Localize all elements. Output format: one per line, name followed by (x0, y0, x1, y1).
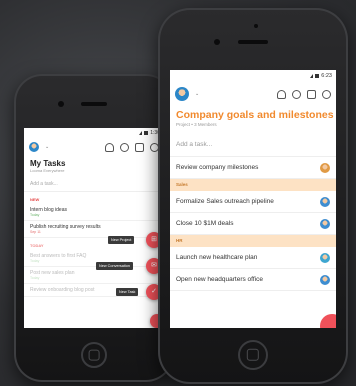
task-title: Close 10 $1M deals (176, 220, 234, 227)
task-due: Today (30, 259, 40, 263)
task-item[interactable]: Review onboarding blog post (24, 284, 164, 297)
chevron-down-icon[interactable]: ⌄ (195, 91, 199, 97)
task-row[interactable]: Launch new healthcare plan (170, 247, 336, 269)
avatar[interactable] (175, 87, 189, 101)
search-icon[interactable] (120, 142, 129, 152)
sensor-dot (254, 24, 258, 28)
assignee-avatar[interactable] (320, 196, 330, 207)
battery-icon (315, 73, 320, 78)
chevron-down-icon[interactable]: ⌄ (45, 144, 49, 150)
checklist-icon[interactable] (135, 142, 144, 152)
toolbar: ⌄ (170, 81, 336, 107)
task-row[interactable]: Close 10 $1M deals (170, 213, 336, 235)
new-task-label[interactable]: New Task (116, 288, 139, 296)
avatar[interactable] (29, 142, 39, 152)
task-title: Review company milestones (176, 164, 259, 171)
page-subtitle: Looma Everywhere (30, 168, 65, 173)
new-project-label[interactable]: New Project (108, 236, 135, 244)
battery-icon (144, 130, 149, 135)
add-task-input[interactable]: Add a task... (24, 177, 164, 192)
task-title: Launch new healthcare plan (176, 254, 258, 261)
speaker-grille (81, 102, 107, 106)
checklist-icon[interactable] (307, 89, 316, 99)
signal-icon (139, 130, 143, 135)
task-row[interactable]: Formalize Sales outreach pipeline (170, 191, 336, 213)
phone-back: 1:30 ⌄ My Tasks Looma Everywhere Add a t… (14, 74, 174, 382)
search-icon[interactable] (292, 89, 301, 99)
bell-icon[interactable] (277, 89, 286, 99)
phone-front: 6:23 ⌄ Company goals and milestones Proj… (158, 8, 348, 384)
speaker-grille (238, 40, 268, 44)
assignee-avatar[interactable] (320, 274, 330, 285)
add-button[interactable] (320, 314, 336, 328)
task-title: Review onboarding blog post (30, 287, 95, 293)
toolbar: ⌄ (24, 137, 164, 157)
assignee-avatar[interactable] (320, 218, 330, 229)
task-title: Formalize Sales outreach pipeline (176, 198, 274, 205)
new-conversation-label[interactable]: New Conversation (96, 262, 134, 270)
project-header: Company goals and milestones Project • 3… (170, 107, 336, 133)
task-due: Today (30, 276, 40, 280)
home-button (238, 340, 268, 370)
home-button (81, 342, 107, 368)
front-camera (58, 101, 64, 107)
task-item[interactable]: Best answers to first FAQ Today (24, 250, 164, 267)
status-time: 6:23 (321, 72, 332, 79)
task-title: Open new headquarters office (176, 276, 263, 283)
task-due: Today (30, 213, 40, 217)
bell-icon[interactable] (105, 142, 114, 152)
front-phone-screen: 6:23 ⌄ Company goals and milestones Proj… (170, 70, 336, 328)
back-phone-screen: 1:30 ⌄ My Tasks Looma Everywhere Add a t… (24, 128, 164, 328)
section-header-new: NEW (30, 197, 40, 202)
project-subtitle: Project • 3 Members (176, 122, 217, 127)
task-due: Sep 11 (30, 230, 41, 234)
signal-icon (310, 73, 314, 78)
page-title: My Tasks (30, 159, 66, 168)
task-row[interactable]: Review company milestones (170, 157, 336, 179)
section-header-today: TODAY (30, 243, 44, 248)
add-task-input[interactable]: Add a task... (170, 133, 336, 157)
chat-icon[interactable] (322, 89, 331, 99)
section-header-hr: HR (170, 235, 336, 247)
project-title: Company goals and milestones (176, 109, 334, 121)
task-item[interactable]: Publish recruiting survey results Sep 11 (24, 221, 164, 238)
front-camera (214, 39, 220, 45)
task-item[interactable]: Intern blog ideas Today (24, 204, 164, 221)
assignee-avatar[interactable] (320, 162, 330, 173)
assignee-avatar[interactable] (320, 252, 330, 263)
status-bar: 6:23 (170, 70, 336, 81)
task-row[interactable]: Open new headquarters office (170, 269, 336, 291)
status-bar: 1:30 (24, 128, 164, 137)
section-header-sales: Sales (170, 179, 336, 191)
task-item[interactable]: Post new sales plan Today (24, 267, 164, 284)
